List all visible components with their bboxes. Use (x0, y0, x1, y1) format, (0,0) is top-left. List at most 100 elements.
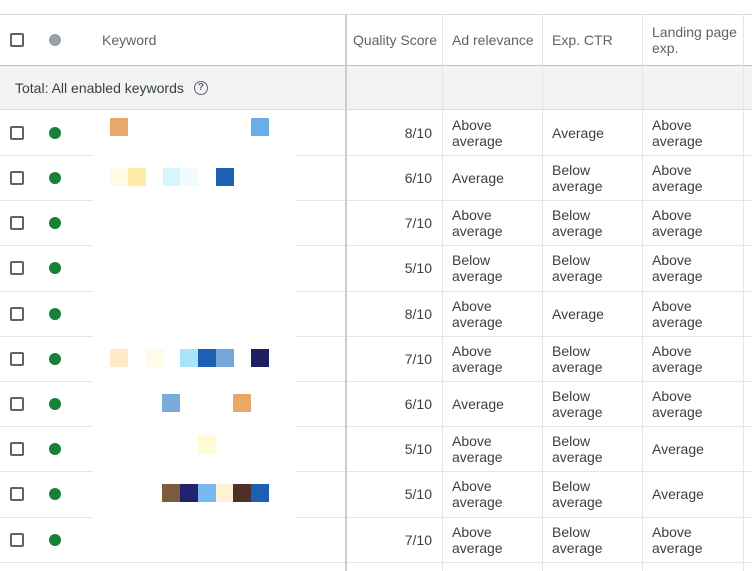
keyword-redacted-area (93, 291, 295, 336)
table-row[interactable]: 6/10 Average Below average Above average (0, 155, 752, 201)
exp-ctr-value: Below average (552, 342, 603, 375)
ad-relevance-value: Above average (452, 478, 503, 510)
table-row[interactable]: 8/10 Above average Average Above average (0, 291, 752, 337)
landing-page-value: Average (652, 440, 704, 457)
quality-score-cell: 6/10 (360, 381, 432, 426)
exp-ctr-cell: Below average (552, 155, 634, 200)
row-checkbox[interactable] (10, 396, 24, 411)
ad-relevance-value: Above average (452, 432, 503, 465)
redacted-keyword-block (162, 394, 180, 412)
redacted-keyword-block (216, 484, 234, 502)
row-checkbox[interactable] (10, 532, 24, 547)
help-circle-icon[interactable]: ? (193, 80, 208, 95)
row-checkbox[interactable] (10, 215, 24, 230)
redacted-keyword-block (180, 349, 198, 367)
quality-score-value: 7/10 (404, 350, 432, 367)
redacted-keyword-block (198, 349, 216, 367)
table-row[interactable]: 8/10 Above average Average Above average (0, 110, 752, 156)
landing-page-column-header[interactable]: Landing page exp. (652, 15, 744, 65)
exp-ctr-value: Below average (552, 206, 603, 239)
select-all-checkbox[interactable] (10, 33, 24, 47)
quality-score-value: 8/10 (404, 124, 432, 141)
column-divider-landing-end (743, 15, 744, 571)
table-row[interactable]: 7/10 Above average Below average Above a… (0, 517, 752, 563)
ad-relevance-value: Below average (452, 252, 503, 284)
ad-relevance-header-label: Ad relevance (452, 32, 534, 48)
redacted-keyword-block (198, 484, 216, 502)
enabled-status-dot-icon (49, 397, 61, 410)
quality-score-cell: 7/10 (360, 200, 432, 245)
landing-page-value: Average (652, 486, 704, 502)
row-checkbox[interactable] (10, 125, 24, 140)
row-checkbox[interactable] (10, 170, 24, 185)
redacted-keyword-block (110, 349, 128, 367)
row-checkbox[interactable] (10, 487, 24, 501)
keyword-header-label: Keyword (102, 32, 157, 48)
row-select-cell[interactable] (10, 200, 28, 245)
row-select-cell[interactable] (10, 517, 28, 562)
quality-score-cell: 5/10 (360, 471, 432, 517)
exp-ctr-cell: Below average (552, 381, 634, 426)
table-row[interactable]: 5/10 Below average Below average Above a… (0, 245, 752, 292)
row-checkbox[interactable] (10, 261, 24, 275)
table-row[interactable]: 7/10 Above average Below average Above a… (0, 200, 752, 246)
keyword-redacted-area (93, 517, 295, 562)
redacted-keyword-block (110, 118, 128, 136)
redacted-keyword-block (233, 394, 251, 412)
row-select-cell[interactable] (10, 110, 28, 155)
keyword-redacted-area (93, 110, 295, 155)
exp-ctr-column-header[interactable]: Exp. CTR (552, 15, 640, 65)
ad-relevance-value: Above average (452, 297, 503, 330)
table-row[interactable]: 7/10 Above average Below average Above a… (0, 336, 752, 382)
landing-page-value: Above average (652, 206, 703, 239)
ad-relevance-value: Above average (452, 206, 503, 239)
enabled-status-dot-icon (49, 533, 61, 546)
row-select-cell[interactable] (10, 155, 28, 200)
keyword-column-header[interactable]: Keyword (102, 15, 302, 65)
exp-ctr-cell: Below average (552, 336, 634, 381)
keyword-redacted-area (93, 471, 295, 517)
redacted-keyword-block (216, 168, 234, 186)
table-row[interactable]: 6/10 Average Below average Above average (0, 381, 752, 427)
quality-score-value: 7/10 (404, 214, 432, 231)
redacted-keyword-block (162, 484, 180, 502)
row-status-cell (49, 291, 63, 336)
header-status-dot-icon (49, 34, 61, 46)
row-select-cell[interactable] (10, 471, 28, 517)
exp-ctr-cell: Average (552, 110, 634, 155)
table-row[interactable]: 5/10 Above average Below average Average (0, 426, 752, 472)
ad-relevance-value: Above average (452, 523, 503, 556)
row-select-cell[interactable] (10, 291, 28, 336)
quality-score-cell: 7/10 (360, 336, 432, 381)
enabled-status-dot-icon (49, 216, 61, 229)
row-status-cell (49, 381, 63, 426)
row-checkbox[interactable] (10, 351, 24, 366)
keyword-redacted-area (93, 155, 295, 200)
redacted-keyword-block (251, 118, 269, 136)
exp-ctr-header-label: Exp. CTR (552, 32, 613, 48)
ad-relevance-cell: Above average (452, 426, 534, 471)
redacted-keyword-block (180, 484, 198, 502)
row-select-cell[interactable] (10, 381, 28, 426)
redacted-keyword-block (216, 349, 234, 367)
ad-relevance-cell: Above average (452, 291, 534, 336)
table-row[interactable]: 5/10 Above average Below average Average (0, 471, 752, 518)
ad-relevance-value: Average (452, 169, 504, 186)
ad-relevance-cell: Above average (452, 336, 534, 381)
keywords-table: Keyword Quality Score Ad relevance Exp. … (0, 0, 752, 571)
row-checkbox[interactable] (10, 441, 24, 456)
landing-page-cell: Above average (652, 245, 738, 291)
exp-ctr-value: Average (552, 305, 604, 322)
total-row-label-cell: Total: All enabled keywords ? (15, 66, 315, 109)
row-select-cell[interactable] (10, 245, 28, 291)
keyword-redacted-area (93, 245, 295, 291)
row-select-cell[interactable] (10, 426, 28, 471)
ad-relevance-column-header[interactable]: Ad relevance (452, 15, 540, 65)
header-select-all-cell[interactable] (10, 15, 28, 65)
redacted-keyword-block (146, 349, 164, 367)
quality-score-column-header[interactable]: Quality Score (348, 15, 442, 65)
row-select-cell[interactable] (10, 336, 28, 381)
row-checkbox[interactable] (10, 306, 24, 321)
quality-score-cell: 7/10 (360, 517, 432, 562)
enabled-status-dot-icon (49, 126, 61, 139)
